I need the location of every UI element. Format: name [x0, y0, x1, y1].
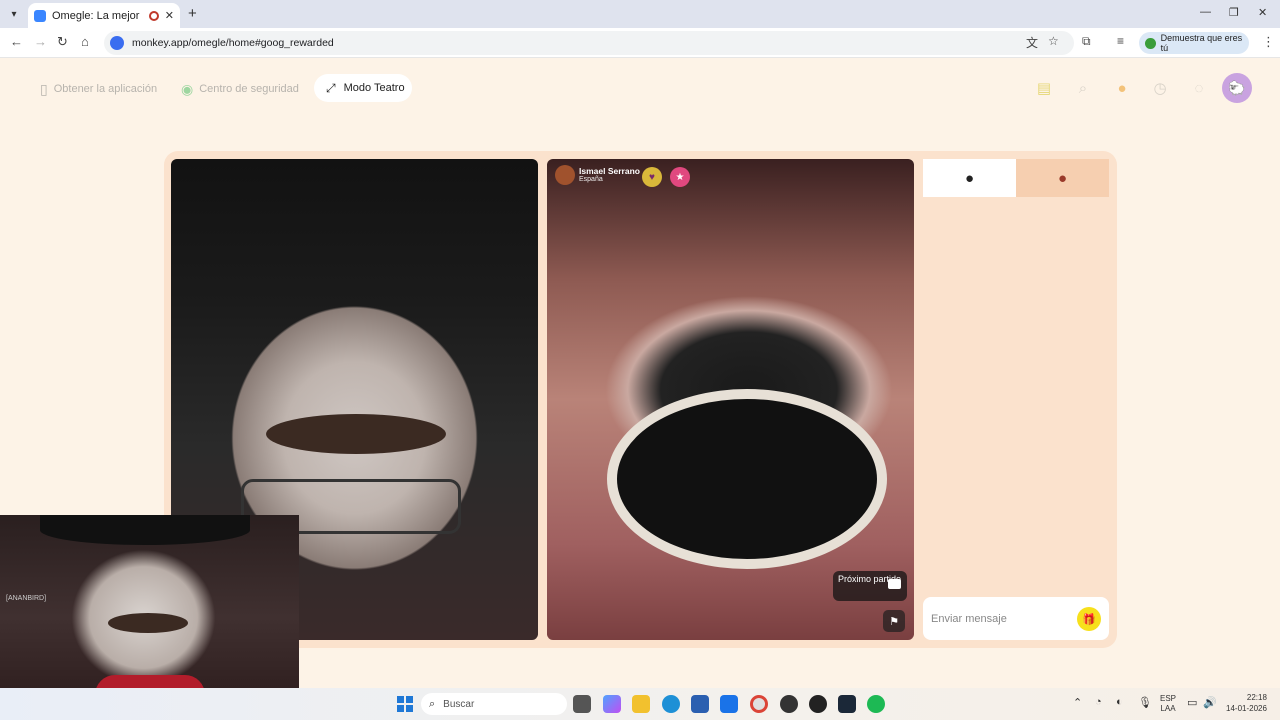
safety-center-label: Centro de seguridad — [199, 83, 299, 95]
translate-icon[interactable]: 文 — [1026, 34, 1038, 51]
edge-icon[interactable] — [662, 695, 680, 713]
messages-icon[interactable]: ◌ — [1189, 78, 1209, 98]
heart-badge-icon[interactable]: ♥ — [642, 167, 662, 187]
language-line-2: LAA — [1160, 703, 1176, 713]
chat-tab-self[interactable]: ● — [923, 159, 1016, 197]
recording-icon — [148, 10, 159, 21]
user-avatar[interactable]: 🐑 — [1222, 73, 1252, 103]
history-icon[interactable]: ◷ — [1150, 78, 1170, 98]
verify-chip[interactable]: Demuestra que eres tú — [1139, 32, 1249, 54]
media-controls-icon[interactable]: ≡ — [1117, 34, 1124, 48]
bookmark-star-icon[interactable]: ☆ — [1048, 34, 1059, 48]
get-app-label: Obtener la aplicación — [53, 83, 158, 95]
theater-mode-button[interactable]: ⤢ Modo Teatro — [314, 74, 412, 102]
sunglasses-shape — [607, 389, 887, 569]
close-tab-icon[interactable]: ✕ — [165, 9, 174, 22]
language-indicator[interactable]: ESP LAA — [1160, 694, 1176, 713]
back-button[interactable]: ← — [10, 34, 23, 49]
restore-button[interactable]: ❐ — [1229, 6, 1239, 19]
partner-avatar-icon: ● — [1057, 169, 1068, 187]
clock-time: 22:18 — [1246, 693, 1267, 702]
chat-panel: ● ● Enviar mensaje 🎁 — [923, 159, 1109, 640]
tab-list-button[interactable]: ▾ — [4, 4, 24, 24]
site-favicon-icon — [34, 9, 46, 22]
browser-tab-bar: ▾ Omegle: La mejor alternati ✕ + — ❐ ✕ — [0, 0, 1280, 28]
microphone-icon[interactable]: 🎙 — [1138, 696, 1152, 709]
forward-button[interactable]: → — [34, 34, 47, 49]
partner-country: España — [579, 176, 603, 184]
shield-icon — [1145, 37, 1156, 49]
video-play-icon — [888, 579, 901, 589]
search-icon[interactable]: ⌕ — [1073, 78, 1093, 98]
taskbar-search[interactable]: ⌕ Buscar — [421, 693, 567, 715]
message-placeholder: Enviar mensaje — [931, 612, 1007, 625]
theater-mode-label: Modo Teatro — [343, 82, 405, 94]
expand-icon: ⤢ — [326, 80, 336, 95]
file-explorer-icon[interactable] — [632, 695, 650, 713]
hat-shape — [40, 515, 250, 545]
safety-center-link[interactable]: ◉ Centro de seguridad — [181, 76, 299, 102]
windows-taskbar: ⌕ Buscar ⌃ ◔ ◐ 🎙 ESP LAA ▭ 🔊 22:18 14-01… — [0, 688, 1280, 720]
message-input[interactable]: Enviar mensaje 🎁 — [923, 597, 1109, 640]
cowboy-badge-icon[interactable]: ★ — [670, 167, 690, 187]
address-bar-row: ← → ↻ ⌂ monkey.app/omegle/home#goog_rewa… — [0, 28, 1280, 58]
taskbar-search-placeholder: Buscar — [443, 698, 475, 710]
minimize-button[interactable]: — — [1200, 6, 1211, 18]
report-flag-button[interactable]: ⚑ — [883, 610, 905, 632]
verify-chip-label: Demuestra que eres tú — [1160, 33, 1243, 53]
chat-tab-partner[interactable]: ● — [1016, 159, 1109, 197]
get-app-link[interactable]: ▯ Obtener la aplicación — [40, 76, 157, 102]
store-icon[interactable] — [691, 695, 709, 713]
copilot-icon[interactable] — [603, 695, 621, 713]
obs-icon[interactable] — [780, 695, 798, 713]
url-input[interactable]: monkey.app/omegle/home#goog_rewarded — [104, 31, 1074, 55]
extensions-icon[interactable]: ⧉ — [1082, 34, 1091, 49]
partner-name: Ismael Serrano — [579, 165, 640, 176]
webcam-tag: [ANANBIRD] — [6, 595, 47, 602]
app-icon[interactable] — [809, 695, 827, 713]
volume-icon[interactable]: 🔊 — [1203, 696, 1217, 709]
shield-icon: ◉ — [181, 80, 194, 97]
tray-app-icon[interactable]: ◔ — [1095, 696, 1102, 708]
clock-date: 14-01-2026 — [1226, 703, 1267, 713]
taskbar-clock[interactable]: 22:18 14-01-2026 — [1226, 693, 1267, 715]
spotify-icon[interactable] — [867, 695, 885, 713]
tab-title: Omegle: La mejor alternati — [52, 9, 143, 22]
search-icon: ⌕ — [429, 697, 436, 710]
next-match-button[interactable]: Próximo partido — [833, 571, 907, 601]
self-avatar-icon: ● — [964, 169, 975, 187]
language-line-1: ESP — [1160, 694, 1177, 703]
phone-icon: ▯ — [40, 80, 48, 97]
gift-icon[interactable]: 🎁 — [1077, 607, 1101, 631]
network-icon[interactable]: ▭ — [1187, 696, 1197, 709]
outlook-icon[interactable] — [720, 695, 738, 713]
tray-overflow-icon[interactable]: ⌃ — [1073, 696, 1082, 709]
browser-tab[interactable]: Omegle: La mejor alternati ✕ — [28, 3, 180, 28]
url-text: monkey.app/omegle/home#goog_rewarded — [132, 37, 334, 49]
reload-button[interactable]: ↻ — [57, 34, 68, 50]
mustache-shape — [108, 613, 188, 633]
partner-video: Ismael Serrano España ♥ ★ — [547, 159, 914, 640]
task-view-icon[interactable] — [573, 695, 591, 713]
partner-avatar — [555, 165, 575, 185]
windows-start-icon[interactable] — [397, 696, 413, 712]
store-icon[interactable]: ▤ — [1034, 78, 1054, 98]
steam-icon[interactable] — [838, 695, 856, 713]
coins-icon[interactable]: ● — [1112, 78, 1132, 98]
chrome-icon[interactable] — [750, 695, 768, 713]
new-tab-button[interactable]: + — [188, 5, 197, 22]
browser-menu-icon[interactable]: ⋮ — [1262, 34, 1275, 50]
partner-info[interactable]: Ismael Serrano España — [555, 165, 640, 185]
tray-app-icon[interactable]: ◐ — [1116, 696, 1123, 708]
mustache-shape — [266, 414, 446, 454]
chat-messages — [923, 197, 1109, 595]
home-button[interactable]: ⌂ — [81, 34, 89, 49]
close-window-button[interactable]: ✕ — [1258, 6, 1267, 19]
site-info-icon[interactable] — [110, 36, 124, 50]
